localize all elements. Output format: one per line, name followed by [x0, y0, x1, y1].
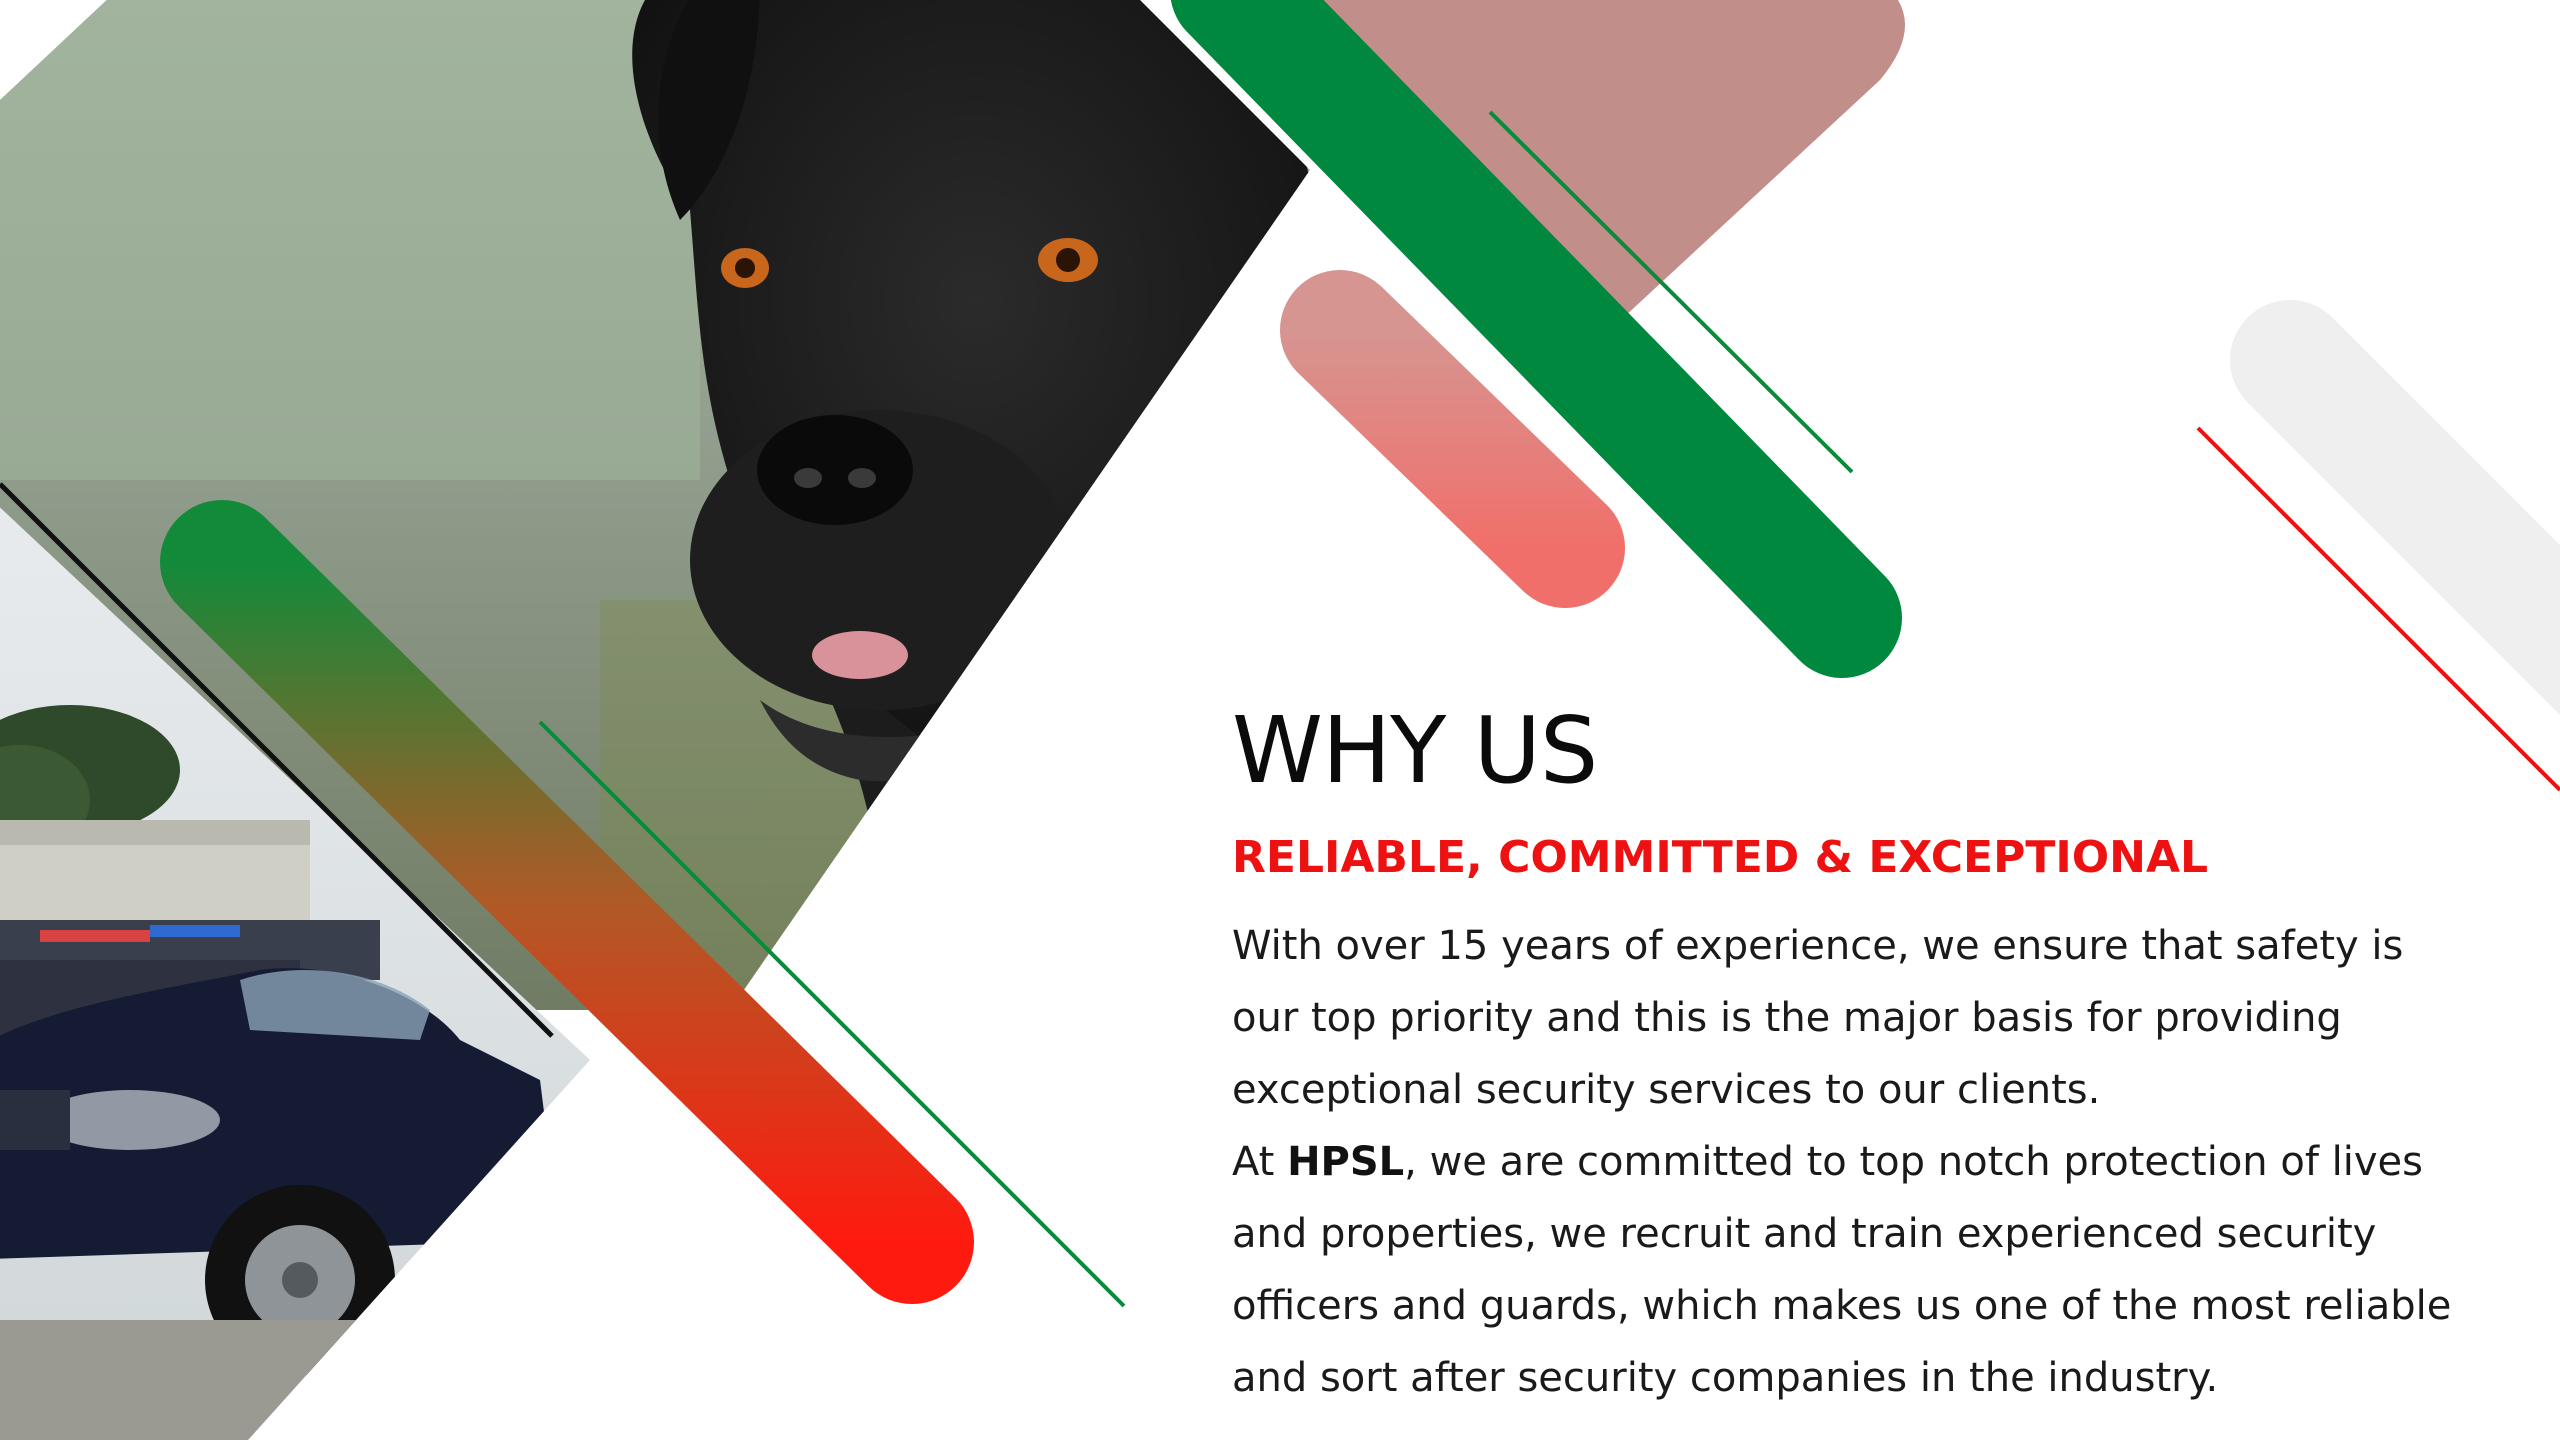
- paragraph-commitment: At HPSL, we are committed to top notch p…: [1232, 1126, 2482, 1414]
- section-tagline: RELIABLE, COMMITTED & EXCEPTIONAL: [1232, 832, 2209, 883]
- section-title: WHY US: [1232, 697, 1598, 804]
- why-us-content: WHY US RELIABLE, COMMITTED & EXCEPTIONAL…: [1232, 690, 2482, 1414]
- paragraph-experience: With over 15 years of experience, we ens…: [1232, 923, 2404, 1113]
- section-description: With over 15 years of experience, we ens…: [1232, 910, 2482, 1414]
- paragraph-prefix: At: [1232, 1139, 1288, 1185]
- why-us-section: WHY US RELIABLE, COMMITTED & EXCEPTIONAL…: [0, 0, 2560, 1440]
- company-abbrev: HPSL: [1287, 1139, 1405, 1185]
- paragraph-rest: , we are committed to top notch protecti…: [1232, 1139, 2452, 1401]
